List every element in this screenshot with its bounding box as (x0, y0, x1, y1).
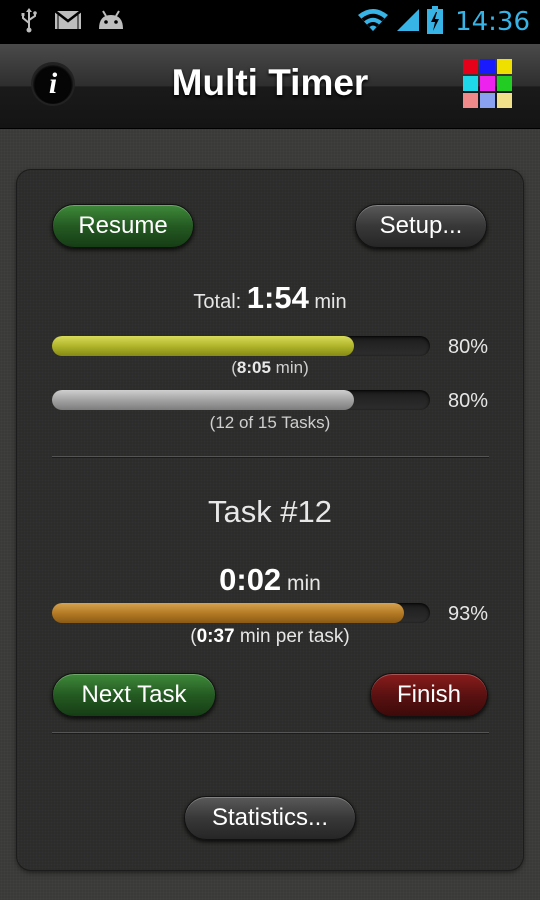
resume-button[interactable]: Resume (52, 204, 194, 248)
total-time-percent: 80% (448, 336, 489, 358)
task-time: 0:02 min (17, 562, 523, 598)
status-time: 14:36 (455, 7, 530, 37)
task-progress-bar (52, 603, 430, 623)
android-icon (96, 9, 126, 36)
tasks-percent: 80% (448, 390, 489, 412)
timer-panel: Resume Setup... Total: 1:54 min 80% (8:0… (17, 170, 523, 870)
per-task-value: 0:37 (196, 626, 235, 647)
setup-button[interactable]: Setup... (355, 204, 487, 248)
task-time-value: 0:02 (219, 562, 282, 597)
total-time-progress-bar (52, 336, 430, 356)
wifi-icon (357, 7, 389, 38)
finish-button[interactable]: Finish (370, 673, 488, 717)
gmail-icon (54, 9, 82, 35)
next-task-button[interactable]: Next Task (52, 673, 216, 717)
tasks-count: (12 of 15 Tasks) (209, 413, 331, 432)
divider (52, 732, 489, 733)
signal-icon (395, 7, 421, 38)
estimate-rest: min) (270, 358, 309, 377)
battery-charging-icon (427, 5, 444, 39)
task-progress-fill (52, 603, 404, 623)
color-grid-button[interactable] (463, 59, 513, 109)
total-time: Total: 1:54 min (17, 280, 523, 316)
task-title: Task #12 (207, 494, 333, 529)
total-time-estimate: (8:05 min) (17, 358, 523, 378)
divider (52, 456, 489, 457)
color-grid-icon (463, 59, 512, 108)
total-unit: min (314, 291, 347, 313)
task-percent: 93% (448, 603, 489, 625)
statistics-button[interactable]: Statistics... (184, 796, 356, 840)
total-time-progress-fill (52, 336, 355, 356)
usb-icon (18, 7, 40, 38)
status-bar: 14:36 (0, 0, 540, 44)
task-time-unit: min (287, 572, 321, 595)
tasks-progress-fill (52, 390, 355, 410)
per-task-rest: min per task) (234, 626, 350, 647)
total-prefix: Total: (193, 291, 242, 313)
estimate-value: 8:05 (236, 358, 271, 377)
per-task-average: (0:37 min per task) (17, 626, 523, 648)
total-value: 1:54 (246, 280, 309, 315)
app-title: Multi Timer (171, 62, 369, 103)
title-bar: i Multi Timer (0, 44, 540, 129)
tasks-progress-bar (52, 390, 430, 410)
